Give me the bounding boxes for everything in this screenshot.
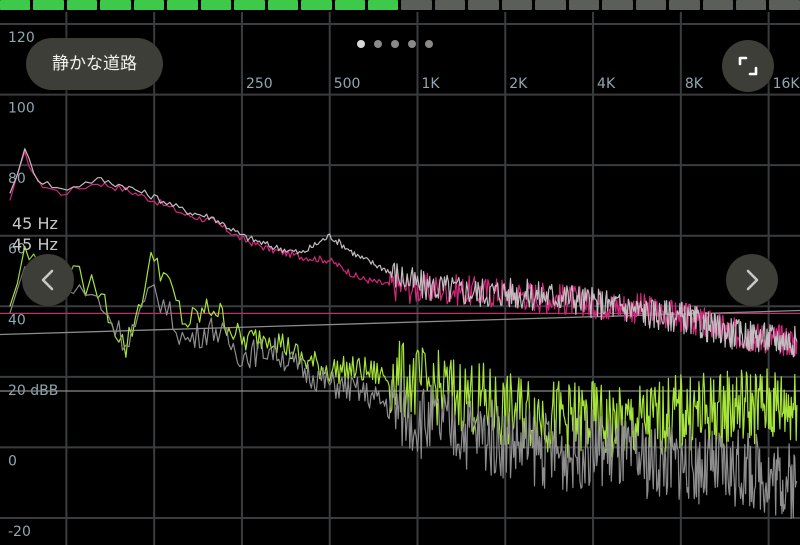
meter-segment: [66, 0, 98, 10]
y-tick-label: 100: [8, 101, 35, 117]
meter-segment: [200, 0, 232, 10]
preset-pill[interactable]: 静かな道路: [26, 38, 163, 90]
meter-segment: [334, 0, 365, 10]
meter-segment: [735, 0, 767, 10]
meter-segment: [635, 0, 667, 10]
page-dot[interactable]: [425, 40, 433, 48]
meter-segment: [602, 0, 633, 10]
fullscreen-button[interactable]: [722, 40, 774, 92]
meter-segment: [468, 0, 499, 10]
next-button[interactable]: [726, 254, 778, 306]
x-tick-label: 16K: [773, 76, 800, 92]
meter-segment: [0, 0, 31, 10]
expand-icon: [738, 56, 758, 76]
page-dot[interactable]: [408, 40, 416, 48]
x-tick-label: 2K: [509, 76, 528, 92]
x-tick-label: 1K: [422, 76, 441, 92]
page-dot[interactable]: [374, 40, 382, 48]
meter-segment: [367, 0, 399, 10]
x-tick-label: 500: [334, 76, 361, 92]
x-tick-label: 8K: [685, 76, 704, 92]
page-dot[interactable]: [357, 40, 365, 48]
y-tick-label: 80: [8, 171, 26, 187]
chart-series: [9, 148, 798, 519]
series-line: [9, 148, 798, 358]
y-tick-label: 0: [8, 453, 17, 469]
y-tick-label: 40: [8, 312, 26, 328]
x-tick-label: 4K: [597, 76, 616, 92]
meter-segment: [267, 0, 299, 10]
page-dot[interactable]: [391, 40, 399, 48]
meter-segment: [568, 0, 600, 10]
meter-segment: [702, 0, 733, 10]
y-tick-label: 120: [8, 30, 35, 46]
page-indicator[interactable]: [357, 40, 433, 48]
series-line: [9, 151, 798, 357]
meter-segment: [501, 0, 533, 10]
meter-segment: [100, 0, 131, 10]
meter-segment: [133, 0, 165, 10]
meter-segment: [33, 0, 64, 10]
x-tick-label: 250: [246, 76, 273, 92]
previous-button[interactable]: [22, 254, 74, 306]
chevron-left-icon: [41, 269, 54, 291]
meter-segment: [434, 0, 466, 10]
level-meter: [0, 0, 800, 12]
spectrum-chart: 12010080604020 dBB0-20 250 500 1K 2K 4K 8K 16K: [0, 12, 800, 545]
meter-segment: [301, 0, 332, 10]
chevron-right-icon: [746, 269, 759, 291]
meter-segment: [167, 0, 198, 10]
meter-segment: [535, 0, 566, 10]
meter-segment: [769, 0, 800, 10]
y-tick-label: -20: [8, 524, 31, 540]
meter-segment: [401, 0, 432, 10]
meter-segment: [234, 0, 265, 10]
meter-segment: [669, 0, 700, 10]
frequency-marker-primary: 45 Hz: [12, 214, 58, 233]
frequency-marker-secondary: 45 Hz: [12, 235, 58, 254]
chart-grid: [0, 12, 800, 545]
